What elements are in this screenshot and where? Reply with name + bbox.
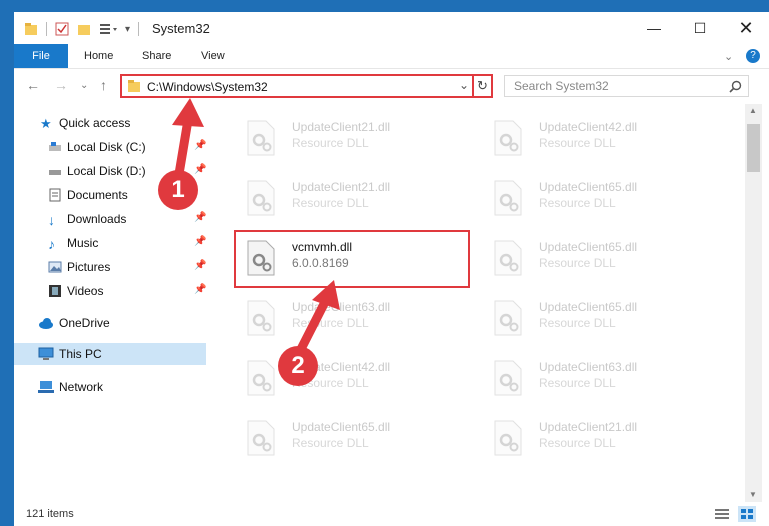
step-1-badge: 1 [158,170,198,210]
annotation-overlay [172,98,340,360]
arrow-1-head [172,98,204,127]
step-2-badge: 2 [278,346,318,386]
